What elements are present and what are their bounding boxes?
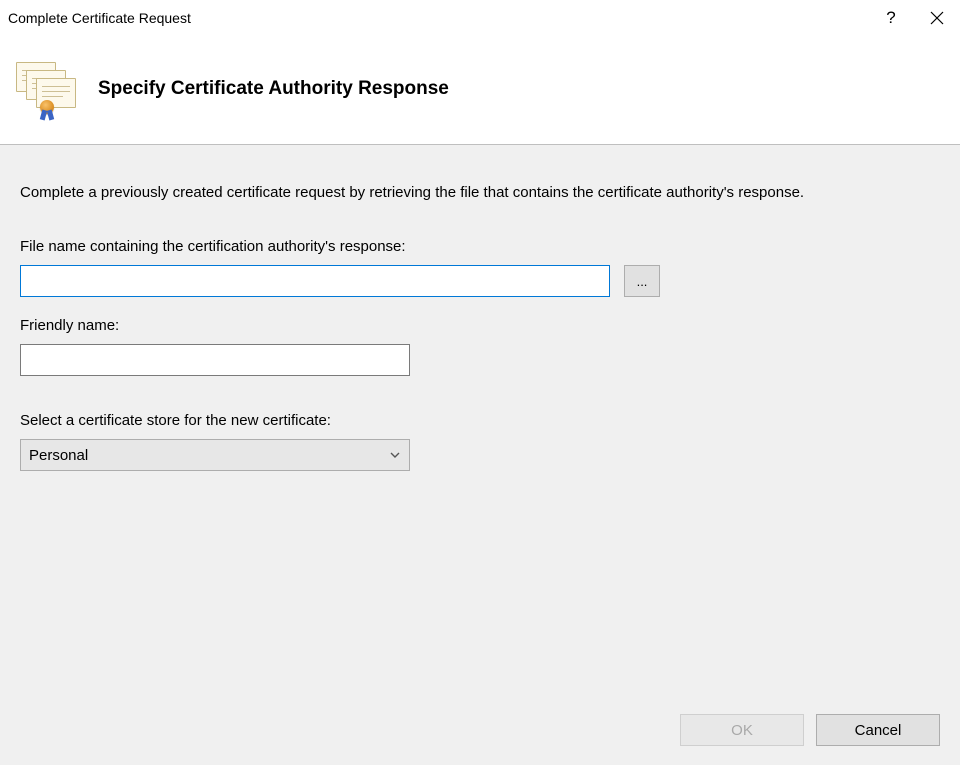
- select-value: Personal: [29, 447, 88, 464]
- friendly-name-input[interactable]: [20, 344, 410, 376]
- certificate-store-select[interactable]: Personal: [20, 439, 410, 471]
- file-name-row: ...: [20, 265, 940, 297]
- file-name-label: File name containing the certification a…: [20, 238, 940, 255]
- chevron-down-icon: [389, 449, 401, 461]
- dialog-body: Complete a previously created certificat…: [0, 145, 960, 705]
- close-icon: [930, 11, 944, 25]
- dialog-header: Specify Certificate Authority Response: [0, 36, 960, 144]
- close-button[interactable]: [914, 0, 960, 36]
- browse-button[interactable]: ...: [624, 265, 660, 297]
- help-button[interactable]: ?: [868, 0, 914, 36]
- titlebar: Complete Certificate Request ?: [0, 0, 960, 36]
- store-label: Select a certificate store for the new c…: [20, 412, 940, 429]
- titlebar-controls: ?: [868, 0, 960, 36]
- description-text: Complete a previously created certificat…: [20, 181, 920, 204]
- file-name-input[interactable]: [20, 265, 610, 297]
- window-title: Complete Certificate Request: [8, 10, 868, 26]
- certificate-icon: [16, 62, 78, 116]
- cancel-button[interactable]: Cancel: [816, 714, 940, 746]
- friendly-name-label: Friendly name:: [20, 317, 940, 334]
- browse-button-label: ...: [637, 274, 648, 289]
- dialog-footer: OK Cancel: [0, 705, 960, 765]
- dialog-title: Specify Certificate Authority Response: [98, 78, 449, 100]
- ok-button[interactable]: OK: [680, 714, 804, 746]
